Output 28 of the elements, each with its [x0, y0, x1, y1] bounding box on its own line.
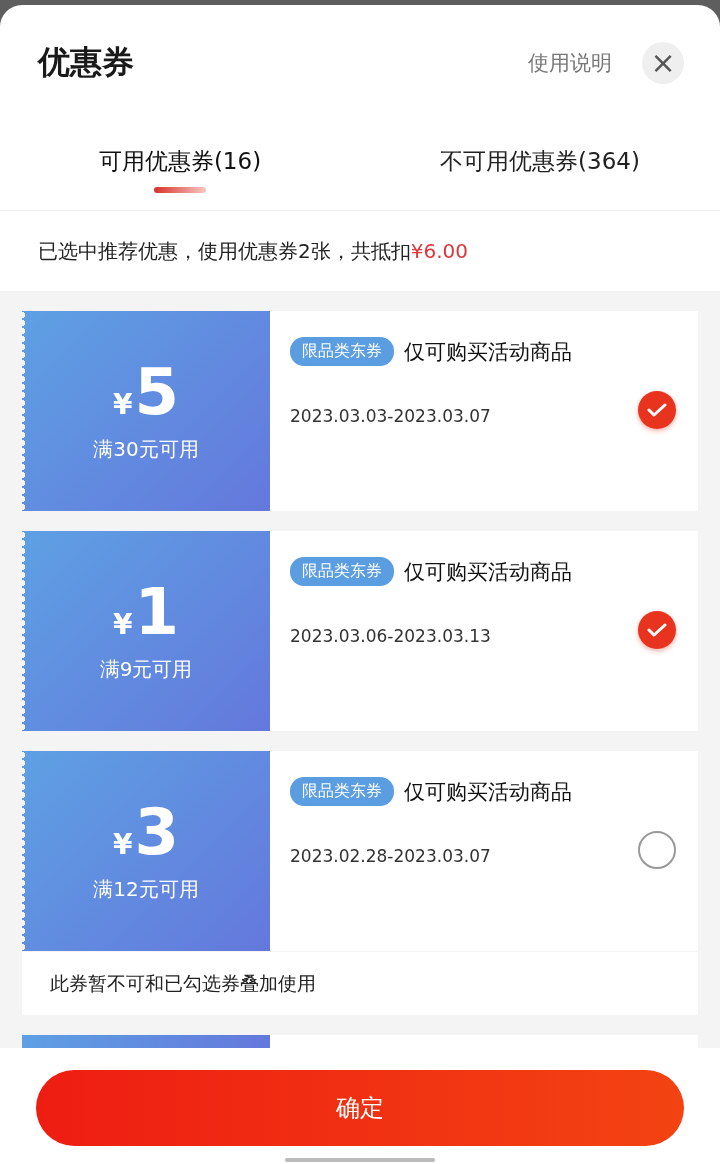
- coupon-condition: 满30元可用: [93, 435, 199, 463]
- coupon-title: 仅可购买活动商品: [404, 558, 572, 586]
- coupon-value: ¥5: [113, 359, 179, 424]
- coupon-note: 此券暂不可和已勾选券叠加使用: [22, 951, 698, 1015]
- coupon-checkbox[interactable]: [638, 611, 676, 649]
- coupon-value: ¥1: [113, 579, 179, 644]
- coupon-value: ¥3: [113, 799, 179, 864]
- check-icon: [647, 403, 667, 417]
- coupon-dates: 2023.03.06-2023.03.13: [290, 626, 492, 646]
- tab[interactable]: 不可用优惠券(364): [360, 120, 720, 210]
- coupon-condition: 满12元可用: [93, 875, 199, 903]
- coupon-title: 仅可购买活动商品: [404, 338, 572, 366]
- tab[interactable]: 可用优惠券(16): [0, 120, 360, 210]
- coupon-tag: 限品类东券: [290, 777, 394, 806]
- sheet-title: 优惠券: [38, 41, 135, 83]
- coupon-condition: 满9元可用: [99, 655, 193, 683]
- check-icon: [647, 623, 667, 637]
- coupon-dates: 2023.02.28-2023.03.07: [290, 846, 492, 866]
- help-link[interactable]: 使用说明: [528, 48, 612, 77]
- close-button[interactable]: ×: [642, 41, 684, 84]
- coupon-dates: 2023.03.03-2023.03.07: [290, 406, 492, 426]
- coupon-checkbox[interactable]: [638, 391, 676, 429]
- coupon-tag: 限品类东券: [290, 557, 394, 586]
- confirm-button[interactable]: 确定: [36, 1070, 684, 1146]
- coupon-checkbox[interactable]: [638, 831, 676, 869]
- coupon-tag: 限品类东券: [290, 337, 394, 366]
- coupon-title: 仅可购买活动商品: [404, 778, 572, 806]
- summary-text: 已选中推荐优惠，使用优惠券2张，共抵扣¥6.00: [37, 237, 469, 265]
